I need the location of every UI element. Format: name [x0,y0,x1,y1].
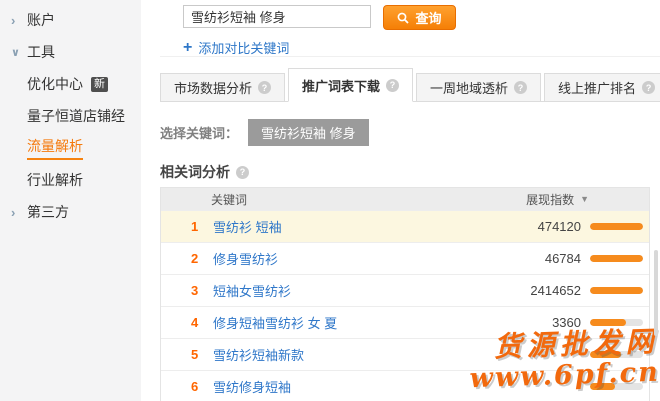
keyword-link[interactable]: 雪纺修身短袖 [213,377,291,396]
sidebar-item-label: 第三方 [27,202,69,222]
impression-index-value: 46784 [505,251,581,266]
tab-market-data-analysis[interactable]: 市场数据分析 ? [160,73,285,101]
tab-bar: 市场数据分析 ? 推广词表下载 ? 一周地域透析 ? 线上推广排名 ? [160,71,660,102]
header-divider [160,56,660,57]
impression-index-value: 2414652 [505,283,581,298]
sidebar: › 账户 ∨ 工具 优化中心 新 量子恒道店铺经 流量解析 行业解析 › 第三方 [0,0,141,401]
column-header-label: 展现指数 [526,191,574,208]
help-icon[interactable]: ? [236,166,249,179]
impression-index-bar [590,319,643,326]
table-row: 6 雪纺修身短袖 [161,370,649,401]
keyword-search-input[interactable] [183,5,371,28]
filter-label: 选择关键词： [160,123,238,142]
chevron-right-icon: › [11,13,27,28]
column-header-keyword: 关键词 [211,191,247,208]
rank-cell: 1 [191,219,213,234]
table-row: 3 短袖女雪纺衫 2414652 [161,274,649,306]
sidebar-item-label: 行业解析 [27,170,83,190]
keyword-link[interactable]: 雪纺衫短袖新款 [213,345,304,364]
tab-promotion-wordlist-download[interactable]: 推广词表下载 ? [288,68,413,102]
rank-cell: 2 [191,251,213,266]
traffic-analysis-app: › 账户 ∨ 工具 优化中心 新 量子恒道店铺经 流量解析 行业解析 › 第三方 [0,0,660,401]
tab-online-promotion-ranking[interactable]: 线上推广排名 ? [544,73,660,101]
impression-index-value: 474120 [505,219,581,234]
rank-cell: 6 [191,379,213,394]
tab-weekly-region-analysis[interactable]: 一周地域透析 ? [416,73,541,101]
section-title: 相关词分析 [160,162,230,182]
tab-label: 推广词表下载 [302,76,380,95]
sidebar-item-label: 流量解析 [27,136,83,160]
table-row: 2 修身雪纺衫 46784 [161,242,649,274]
query-button[interactable]: 查询 [383,5,456,30]
help-icon[interactable]: ? [642,81,655,94]
keyword-filter-row: 选择关键词： 雪纺衫短袖 修身 [160,119,369,146]
section-title-row: 相关词分析 ? [160,162,249,182]
new-badge: 新 [91,77,108,92]
keyword-link[interactable]: 修身短袖雪纺衫 女 夏 [213,313,337,332]
add-compare-keyword-label: 添加对比关键词 [198,38,289,57]
table-row: 5 雪纺衫短袖新款 [161,338,649,370]
sidebar-item-label: 工具 [27,42,55,62]
related-keywords-table: 关键词 展现指数 ▼ 1 雪纺衫 短袖 474120 2 修身雪纺衫 46784… [160,187,650,401]
sidebar-item-label: 优化中心 [27,74,83,94]
plus-icon: + [183,41,192,55]
sidebar-item-tools[interactable]: ∨ 工具 [0,36,141,68]
table-row: 1 雪纺衫 短袖 474120 [161,210,649,242]
table-header: 关键词 展现指数 ▼ [161,188,649,210]
help-icon[interactable]: ? [386,79,399,92]
sidebar-item-third-party[interactable]: › 第三方 [0,196,141,228]
table-row: 4 修身短袖雪纺衫 女 夏 3360 [161,306,649,338]
scrollbar-thumb[interactable] [654,250,658,336]
impression-index-bar [590,223,643,230]
column-header-impression-index[interactable]: 展现指数 ▼ [526,191,649,208]
sidebar-item-quantum-shop[interactable]: 量子恒道店铺经 [0,100,141,132]
query-button-label: 查询 [415,8,441,27]
impression-index-bar [590,383,643,390]
rank-cell: 5 [191,347,213,362]
search-icon [397,12,409,24]
sidebar-item-industry-analysis[interactable]: 行业解析 [0,164,141,196]
tab-label: 市场数据分析 [174,78,252,97]
keyword-link[interactable]: 修身雪纺衫 [213,249,278,268]
help-icon[interactable]: ? [258,81,271,94]
rank-cell: 4 [191,315,213,330]
sidebar-item-traffic-analysis[interactable]: 流量解析 [0,132,141,164]
sort-desc-icon[interactable]: ▼ [580,194,589,204]
impression-index-bar [590,351,643,358]
impression-index-bar [590,255,643,262]
tab-label: 线上推广排名 [558,78,636,97]
sidebar-item-label: 量子恒道店铺经 [27,106,125,126]
rank-cell: 3 [191,283,213,298]
sidebar-item-account[interactable]: › 账户 [0,4,141,36]
sidebar-item-label: 账户 [27,10,55,30]
tab-label: 一周地域透析 [430,78,508,97]
selected-keyword-tag[interactable]: 雪纺衫短袖 修身 [248,119,369,146]
chevron-right-icon: › [11,205,27,220]
add-compare-keyword-link[interactable]: + 添加对比关键词 [183,38,289,57]
chevron-down-icon: ∨ [11,46,27,59]
help-icon[interactable]: ? [514,81,527,94]
keyword-link[interactable]: 雪纺衫 短袖 [213,217,282,236]
impression-index-value: 3360 [505,315,581,330]
sidebar-item-optimization-center[interactable]: 优化中心 新 [0,68,141,100]
keyword-link[interactable]: 短袖女雪纺衫 [213,281,291,300]
impression-index-bar [590,287,643,294]
